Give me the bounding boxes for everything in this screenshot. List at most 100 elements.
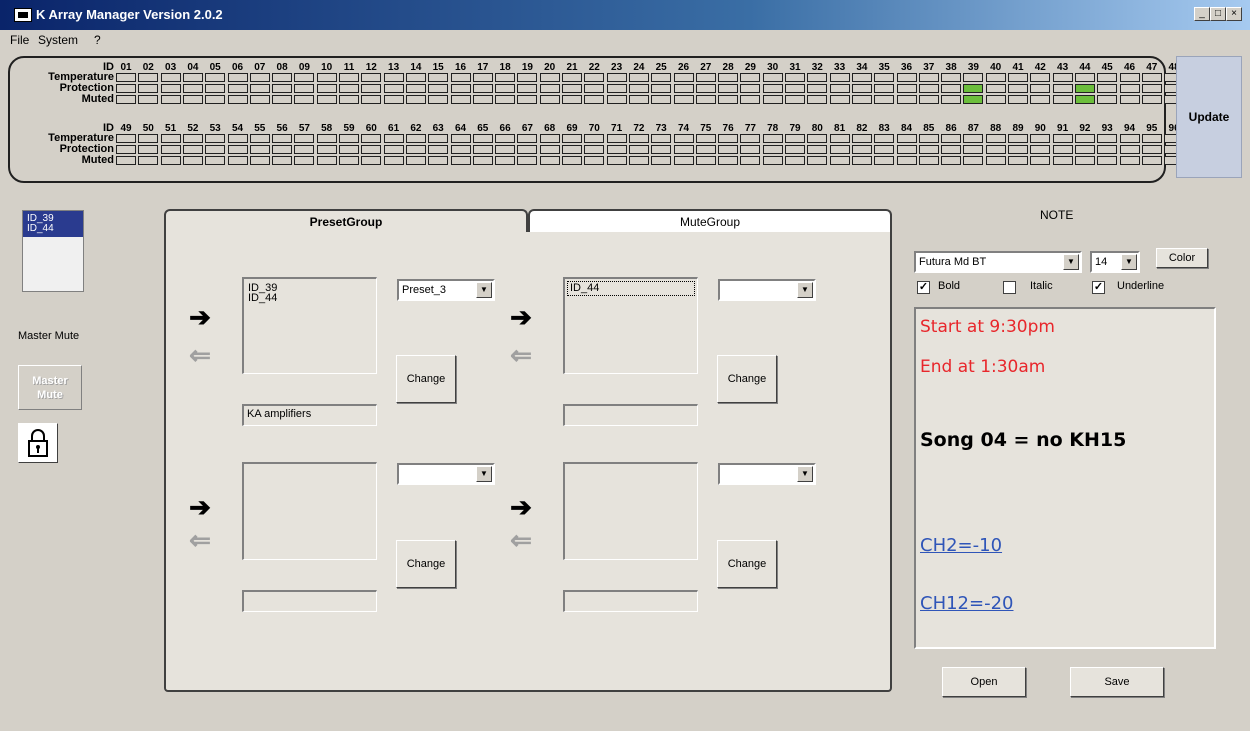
status-cell-protection-26 <box>673 84 694 93</box>
add-to-group-3-button[interactable]: ➔ <box>184 494 216 520</box>
status-cell-protection-59 <box>339 145 359 154</box>
id-number-75: 75 <box>700 123 712 134</box>
status-cell-temperature-22 <box>584 73 605 82</box>
status-cell-muted-85 <box>918 156 939 165</box>
group-1-name-field[interactable]: KA amplifiers <box>242 404 377 426</box>
id-number-57: 57 <box>298 123 310 134</box>
status-cell-protection-36 <box>896 84 917 93</box>
group-2-member-list[interactable]: ID_44 <box>563 277 698 374</box>
group-2-change-button[interactable]: Change <box>717 355 777 403</box>
note-save-button[interactable]: Save <box>1070 667 1164 697</box>
id-number-84: 84 <box>900 123 913 134</box>
listbox-selection[interactable]: ID_39 ID_44 <box>23 211 83 237</box>
status-cell-temperature-67 <box>517 134 538 143</box>
group-4-member-list[interactable] <box>563 462 698 560</box>
maximize-button[interactable]: □ <box>1210 7 1226 21</box>
note-line[interactable]: Start at 9:30pm <box>920 317 1055 337</box>
chevron-down-icon[interactable]: ▼ <box>476 282 492 298</box>
chevron-down-icon[interactable]: ▼ <box>797 282 813 298</box>
minimize-button[interactable]: _ <box>1194 7 1210 21</box>
add-to-group-1-button[interactable]: ➔ <box>184 304 216 330</box>
menu-system[interactable]: System <box>38 33 78 47</box>
status-cell-temperature-10 <box>316 73 337 82</box>
remove-from-group-3-button[interactable]: ⇐ <box>184 527 216 553</box>
note-font-select[interactable]: Futura Md BT ▼ <box>914 251 1082 273</box>
chevron-down-icon[interactable]: ▼ <box>476 466 492 482</box>
status-cell-protection-47 <box>1141 84 1162 93</box>
remove-from-group-1-button[interactable]: ⇐ <box>184 342 216 368</box>
status-cell-temperature-02 <box>138 73 159 82</box>
status-cell-protection-16 <box>450 84 471 93</box>
status-cell-temperature-23 <box>606 73 627 82</box>
group-4-change-button[interactable]: Change <box>717 540 777 588</box>
status-cell-temperature-05 <box>205 73 226 82</box>
status-cell-temperature-20 <box>539 73 560 82</box>
lock-button[interactable] <box>18 423 58 463</box>
chevron-down-icon[interactable]: ▼ <box>1063 254 1079 270</box>
note-line[interactable]: CH2=-10 <box>920 535 1002 556</box>
tab-mute-group[interactable]: MuteGroup <box>528 209 892 234</box>
note-size-select[interactable]: 14 ▼ <box>1090 251 1140 273</box>
remove-from-group-4-button[interactable]: ⇐ <box>505 527 537 553</box>
status-cell-protection-13 <box>383 84 404 93</box>
note-color-button[interactable]: Color <box>1156 248 1208 268</box>
note-line[interactable]: End at 1:30am <box>920 357 1045 377</box>
group-3-name-field[interactable] <box>242 590 377 612</box>
group-4-preset-select[interactable]: ▼ <box>718 463 816 485</box>
add-to-group-4-button[interactable]: ➔ <box>505 494 537 520</box>
id-number-36: 36 <box>900 62 913 73</box>
master-mute-button[interactable]: Master Mute <box>18 365 82 410</box>
status-cell-temperature-92 <box>1074 134 1095 143</box>
tab-preset-group[interactable]: PresetGroup <box>164 209 528 234</box>
group-3-preset-select[interactable]: ▼ <box>397 463 495 485</box>
update-button[interactable]: Update <box>1176 56 1242 178</box>
status-cell-protection-35 <box>874 84 895 93</box>
note-line[interactable]: CH12=-20 <box>920 593 1014 614</box>
status-cell-muted-03 <box>160 95 181 104</box>
chevron-down-icon[interactable]: ▼ <box>797 466 813 482</box>
status-cell-protection-10 <box>316 84 337 93</box>
id-number-28: 28 <box>722 62 734 73</box>
status-cell-temperature-93 <box>1097 134 1118 143</box>
close-button[interactable]: × <box>1226 7 1242 21</box>
status-cell-muted-21 <box>562 95 582 104</box>
row-label-protection: Protection <box>59 82 114 94</box>
status-cell-temperature-36 <box>896 73 917 82</box>
group-1-change-button[interactable]: Change <box>396 355 456 403</box>
note-open-button[interactable]: Open <box>942 667 1026 697</box>
group-2-member[interactable]: ID_44 <box>567 281 695 296</box>
id-number-50: 50 <box>142 123 154 134</box>
status-cell-muted-58 <box>316 156 337 165</box>
status-cell-muted-64 <box>450 156 471 165</box>
group-1-member[interactable]: ID_44 <box>248 293 277 304</box>
id-number-65: 65 <box>477 123 489 134</box>
chevron-down-icon[interactable]: ▼ <box>1121 254 1137 270</box>
master-mute-label: Master Mute <box>18 330 80 342</box>
status-cell-muted-09 <box>294 95 315 104</box>
group-4-name-field[interactable] <box>563 590 698 612</box>
group-2-preset-select[interactable]: ▼ <box>718 279 816 301</box>
italic-checkbox[interactable] <box>1003 281 1016 294</box>
status-cell-temperature-01 <box>116 73 136 82</box>
underline-checkbox[interactable]: ✓ <box>1092 281 1105 294</box>
add-to-group-2-button[interactable]: ➔ <box>505 304 537 330</box>
status-cell-protection-18 <box>495 84 516 93</box>
group-1-member-list[interactable]: ID_39 ID_44 <box>242 277 377 374</box>
group-1-preset-select[interactable]: Preset_3 ▼ <box>397 279 495 301</box>
menu-file[interactable]: File <box>10 33 29 47</box>
status-cell-temperature-90 <box>1030 134 1051 143</box>
menu-help[interactable]: ? <box>94 33 101 47</box>
remove-from-group-2-button[interactable]: ⇐ <box>505 342 537 368</box>
group-3-member-list[interactable] <box>242 462 377 560</box>
selected-id-listbox[interactable]: ID_39 ID_44 <box>22 210 84 292</box>
bold-checkbox[interactable]: ✓ <box>917 281 930 294</box>
id-number-54: 54 <box>231 123 244 134</box>
note-editor[interactable]: Start at 9:30pm End at 1:30am Song 04 = … <box>914 307 1216 649</box>
group-2-name-field[interactable] <box>563 404 698 426</box>
status-cell-muted-80 <box>807 156 828 165</box>
group-3-change-button[interactable]: Change <box>396 540 456 588</box>
listbox-item[interactable]: ID_44 <box>27 224 83 234</box>
id-number-32: 32 <box>811 62 823 73</box>
note-line[interactable]: Song 04 = no KH15 <box>920 429 1126 451</box>
id-number-33: 33 <box>834 62 846 73</box>
